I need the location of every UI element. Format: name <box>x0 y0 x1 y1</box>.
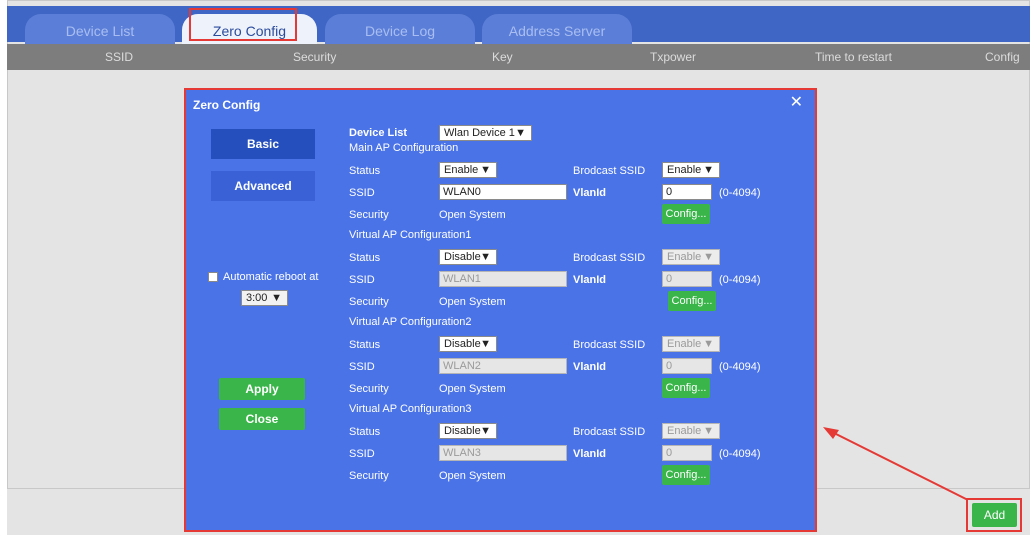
ssid-label: SSID <box>349 187 375 199</box>
broadcast-ssid-select[interactable]: Enable ▼ <box>662 162 720 178</box>
vlanid-input[interactable]: 0 <box>662 271 712 287</box>
config-button[interactable]: Config... <box>662 204 710 224</box>
ssid-label: SSID <box>349 361 375 373</box>
status-select[interactable]: Disable ▼ <box>439 423 497 439</box>
vlanid-label: VlanId <box>573 361 607 373</box>
status-select[interactable]: Enable ▼ <box>439 162 497 178</box>
security-label: Security <box>349 296 389 308</box>
status-select[interactable]: Disable ▼ <box>439 249 497 265</box>
dialog-title: Zero Config <box>193 98 261 112</box>
broadcast-ssid-select[interactable]: Enable ▼ <box>662 423 720 439</box>
vlanid-label: VlanId <box>573 448 607 460</box>
vlanid-label: VlanId <box>573 187 607 199</box>
broadcast-ssid-label: Brodcast SSID <box>573 252 646 264</box>
close-button[interactable]: Close <box>219 408 305 430</box>
security-value: Open System <box>439 470 506 482</box>
zero-config-dialog: Zero Config ✕ Basic Advanced Automatic r… <box>184 88 817 532</box>
device-list-label: Device List <box>349 127 408 139</box>
ssid-input[interactable]: WLAN2 <box>439 358 567 374</box>
status-label: Status <box>349 426 381 438</box>
security-value: Open System <box>439 209 506 221</box>
advanced-button[interactable]: Advanced <box>211 171 315 201</box>
broadcast-ssid-select[interactable]: Enable ▼ <box>662 249 720 265</box>
reboot-checkbox[interactable] <box>208 272 218 282</box>
ssid-input[interactable]: WLAN0 <box>439 184 567 200</box>
device-list-select[interactable]: Wlan Device 1 ▼ <box>439 125 532 141</box>
config-button[interactable]: Config... <box>668 291 716 311</box>
vlanid-range-hint: (0-4094) <box>719 187 761 199</box>
basic-button[interactable]: Basic <box>211 129 315 159</box>
vlanid-range-hint: (0-4094) <box>719 448 761 460</box>
ap-section-title: Main AP Configuration <box>349 142 459 154</box>
broadcast-ssid-label: Brodcast SSID <box>573 165 646 177</box>
security-label: Security <box>349 209 389 221</box>
vlanid-range-hint: (0-4094) <box>719 361 761 373</box>
ap-section-title: Virtual AP Configuration3 <box>349 403 472 415</box>
broadcast-ssid-select[interactable]: Enable ▼ <box>662 336 720 352</box>
close-icon[interactable]: ✕ <box>790 93 803 113</box>
status-label: Status <box>349 165 381 177</box>
status-select[interactable]: Disable ▼ <box>439 336 497 352</box>
vlanid-label: VlanId <box>573 274 607 286</box>
reboot-label: Automatic reboot at <box>223 271 319 283</box>
config-button[interactable]: Config... <box>662 378 710 398</box>
ap-section-title: Virtual AP Configuration1 <box>349 229 472 241</box>
ssid-label: SSID <box>349 448 375 460</box>
config-button[interactable]: Config... <box>662 465 710 485</box>
security-label: Security <box>349 470 389 482</box>
ssid-input[interactable]: WLAN1 <box>439 271 567 287</box>
status-label: Status <box>349 339 381 351</box>
security-value: Open System <box>439 296 506 308</box>
broadcast-ssid-label: Brodcast SSID <box>573 426 646 438</box>
ssid-label: SSID <box>349 274 375 286</box>
security-label: Security <box>349 383 389 395</box>
ap-section-title: Virtual AP Configuration2 <box>349 316 472 328</box>
status-label: Status <box>349 252 381 264</box>
vlanid-input[interactable]: 0 <box>662 184 712 200</box>
broadcast-ssid-label: Brodcast SSID <box>573 339 646 351</box>
security-value: Open System <box>439 383 506 395</box>
vlanid-range-hint: (0-4094) <box>719 274 761 286</box>
vlanid-input[interactable]: 0 <box>662 445 712 461</box>
apply-button[interactable]: Apply <box>219 378 305 400</box>
ssid-input[interactable]: WLAN3 <box>439 445 567 461</box>
vlanid-input[interactable]: 0 <box>662 358 712 374</box>
reboot-time-select[interactable]: 3:00 ▼ <box>241 290 288 306</box>
